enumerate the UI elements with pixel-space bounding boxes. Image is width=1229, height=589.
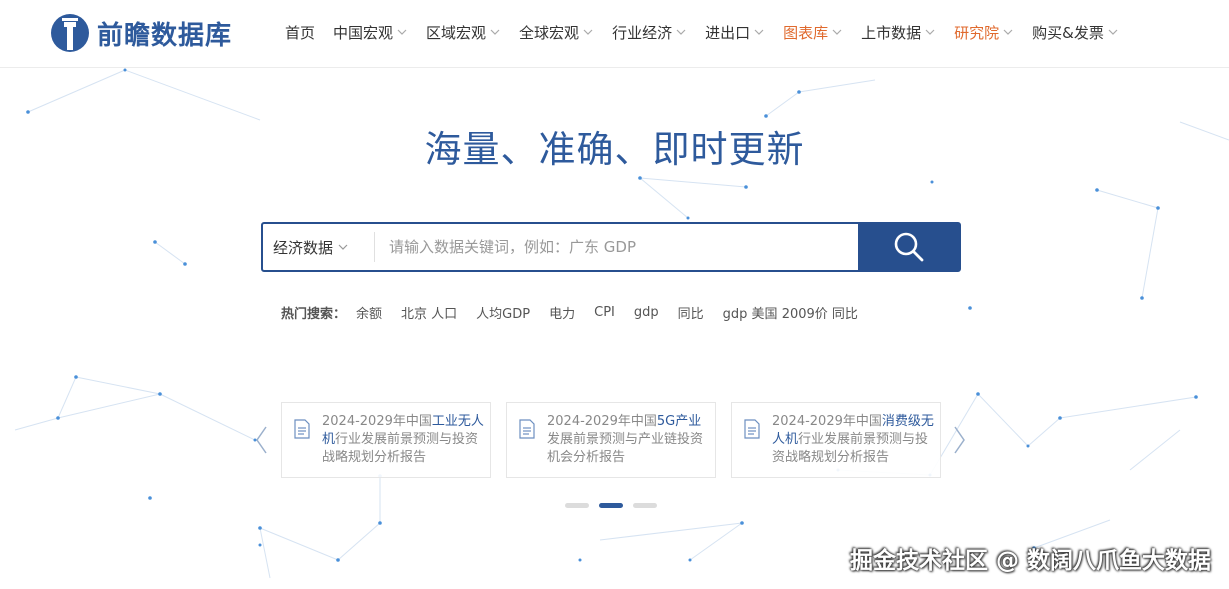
report-title: 2024-2029年中国工业无人机行业发展前景预测与投资战略规划分析报告 (322, 413, 484, 467)
hot-search-link[interactable]: 人均GDP (476, 303, 530, 322)
hot-search-link[interactable]: 电力 (549, 303, 575, 322)
main-nav: 首页 中国宏观 区域宏观 全球宏观 行业经济 进出口 图表库 上市数据 研究院 购买&发票 (285, 0, 1137, 64)
carousel-dot[interactable] (633, 503, 657, 508)
hot-search-link[interactable]: CPI (594, 305, 615, 320)
brand-logo-icon (51, 14, 89, 52)
chevron-down-icon (925, 29, 935, 35)
hero-title: 海量、准确、即时更新 (424, 128, 805, 171)
carousel-indicators (565, 503, 667, 508)
chevron-down-icon (754, 29, 764, 35)
document-icon (294, 419, 310, 439)
nav-item-label: 图表库 (783, 23, 829, 42)
chevron-down-icon (583, 29, 593, 35)
top-header: 前瞻数据库 首页 中国宏观 区域宏观 全球宏观 行业经济 进出口 图表库 上市数据 研究院 购买&… (0, 0, 1229, 68)
chevron-down-icon (397, 29, 407, 35)
nav-item-1[interactable]: 中国宏观 (333, 22, 408, 43)
chevron-down-icon (338, 244, 348, 250)
nav-item-8[interactable]: 研究院 (954, 22, 1014, 43)
nav-item-4[interactable]: 行业经济 (612, 22, 687, 43)
hot-search-link[interactable]: gdp 美国 2009价 同比 (723, 303, 858, 322)
search-button[interactable] (858, 224, 959, 270)
report-title-prefix: 2024-2029年中国 (772, 414, 882, 429)
report-title: 2024-2029年中国消费级无人机行业发展前景预测与投资战略规划分析报告 (772, 413, 934, 467)
chevron-down-icon (832, 29, 842, 35)
report-card[interactable]: 2024-2029年中国工业无人机行业发展前景预测与投资战略规划分析报告 (281, 402, 491, 478)
report-title-prefix: 2024-2029年中国 (322, 414, 432, 429)
watermark: 掘金技术社区 @ 数阔八爪鱼大数据 (849, 548, 1211, 574)
search-category-select[interactable]: 经济数据 (263, 232, 375, 262)
report-card[interactable]: 2024-2029年中国消费级无人机行业发展前景预测与投资战略规划分析报告 (731, 402, 941, 478)
nav-item-0[interactable]: 首页 (285, 22, 315, 43)
hot-search-link[interactable]: 北京 人口 (401, 303, 457, 322)
nav-item-label: 全球宏观 (519, 23, 580, 42)
report-title-highlight: 5G产业 (656, 414, 702, 429)
nav-item-6[interactable]: 图表库 (783, 22, 843, 43)
search-category-label: 经济数据 (273, 238, 334, 257)
nav-item-label: 区域宏观 (426, 23, 487, 42)
nav-item-9[interactable]: 购买&发票 (1032, 22, 1119, 43)
nav-item-3[interactable]: 全球宏观 (519, 22, 594, 43)
nav-item-5[interactable]: 进出口 (705, 22, 765, 43)
carousel-dot[interactable] (599, 503, 623, 508)
document-icon (519, 419, 535, 439)
background-network (14, 68, 1229, 579)
chevron-down-icon (1003, 29, 1013, 35)
chevron-down-icon (676, 29, 686, 35)
nav-item-label: 进出口 (705, 23, 751, 42)
nav-item-label: 上市数据 (861, 23, 922, 42)
carousel-prev-arrow-icon[interactable] (254, 425, 268, 455)
chevron-down-icon (490, 29, 500, 35)
report-title-suffix: 行业发展前景预测与投资战略规划分析报告 (322, 432, 479, 465)
nav-item-7[interactable]: 上市数据 (861, 22, 936, 43)
report-title-prefix: 2024-2029年中国 (547, 414, 657, 429)
hot-search-link[interactable]: 同比 (678, 303, 704, 322)
nav-item-label: 行业经济 (612, 23, 673, 42)
nav-item-label: 首页 (285, 23, 316, 42)
report-card[interactable]: 2024-2029年中国5G产业发展前景预测与产业链投资机会分析报告 (506, 402, 716, 478)
nav-item-2[interactable]: 区域宏观 (426, 22, 501, 43)
chevron-down-icon (1108, 29, 1118, 35)
carousel-next-arrow-icon[interactable] (953, 425, 967, 455)
nav-item-label: 中国宏观 (333, 23, 394, 42)
report-title: 2024-2029年中国5G产业发展前景预测与产业链投资机会分析报告 (547, 413, 709, 467)
hot-search-link[interactable]: 余额 (356, 303, 382, 322)
hot-search-link[interactable]: gdp (634, 305, 659, 320)
hot-search: 热门搜索： 余额 北京 人口 人均GDP 电力 CPI gdp 同比 gdp 美国 2009价… (281, 303, 877, 322)
brand-logo[interactable]: 前瞻数据库 (50, 13, 232, 53)
hot-search-label: 热门搜索： (281, 307, 347, 322)
carousel-dot[interactable] (565, 503, 589, 508)
search-icon (894, 232, 923, 262)
search-bar: 经济数据 (261, 222, 961, 272)
nav-item-label: 购买&发票 (1032, 23, 1104, 42)
search-input[interactable] (375, 224, 858, 270)
nav-item-label: 研究院 (954, 23, 1000, 42)
brand-name: 前瞻数据库 (97, 20, 233, 51)
report-title-suffix: 发展前景预测与产业链投资机会分析报告 (547, 432, 704, 465)
document-icon (744, 419, 760, 439)
